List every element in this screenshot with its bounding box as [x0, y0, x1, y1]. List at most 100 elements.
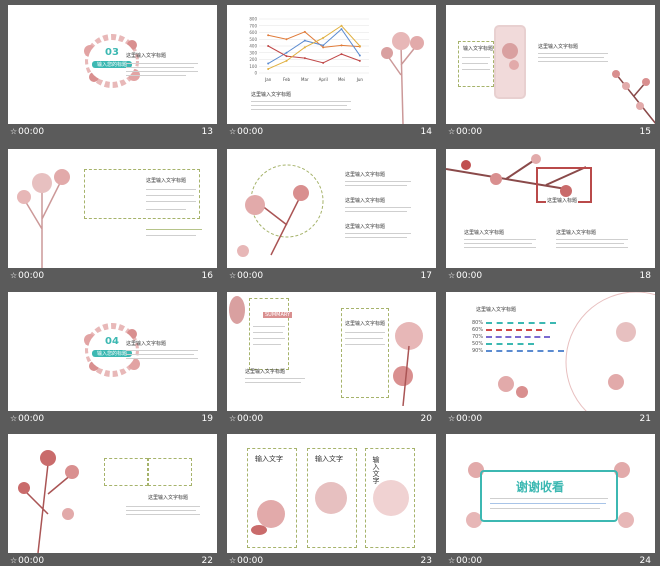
slide-number: 20 — [420, 414, 432, 424]
data-point — [322, 44, 325, 47]
data-point — [322, 46, 325, 49]
slide-17-heading-2: 这里输入文字标题 — [345, 198, 386, 204]
x-tick-label: Mei — [338, 77, 345, 82]
data-point — [303, 39, 306, 42]
slide-thumb-16[interactable]: 这里输入文字标题 ☆00:00 16 — [8, 149, 217, 284]
slide-thumb-24[interactable]: 谢谢收看 ☆00:00 24 — [446, 434, 655, 566]
x-tick-label: Jun — [356, 77, 364, 82]
slide-19-heading: 这里输入文字标题 — [126, 341, 167, 347]
slide-number: 14 — [420, 127, 432, 137]
slide-13-heading: 这里输入文字标题 — [126, 53, 167, 59]
slide-17-heading-3: 这里输入文字标题 — [345, 224, 386, 230]
slide-22-textbox-2 — [148, 458, 192, 486]
flower-arc-icon — [498, 292, 655, 411]
flower-illustration-icon — [18, 450, 79, 553]
series-line — [268, 31, 360, 48]
slide-16-canvas: 这里输入文字标题 — [8, 149, 217, 268]
slide-18-frame-title: 这里输入标题 — [546, 197, 579, 204]
y-tick-label: 200 — [249, 57, 257, 62]
slide-thumb-21[interactable]: 这里输入文字标题 80% 60% 70% 50% 90% ☆00:00 21 — [446, 292, 655, 427]
slide-18-heading-2: 这里输入文字标题 — [556, 230, 597, 236]
slide-14-canvas: 800 700 600 500 400 300 200 100 0 Jan Feb Mar April M… — [227, 5, 436, 124]
flower-illustration-icon — [381, 32, 424, 124]
slide-22-heading: 这里输入文字标题 — [148, 495, 189, 501]
slide-23-caption: ☆00:00 23 — [229, 556, 432, 566]
slide-number: 16 — [201, 271, 213, 281]
leaf-icon — [229, 296, 245, 324]
slide-16-caption: ☆00:00 16 — [10, 271, 213, 281]
series-line — [267, 25, 361, 70]
x-tick-label: Jan — [264, 77, 272, 82]
slide-20-box-label: SUMMARY — [263, 312, 293, 318]
data-point — [340, 53, 343, 56]
slide-13-canvas: 03 输入您的标题 这里输入文字标题 — [8, 5, 217, 124]
transition-star-icon: ☆ — [448, 414, 456, 423]
series-line — [267, 28, 361, 64]
y-tick-label: 400 — [249, 44, 257, 49]
y-tick-label: 500 — [249, 37, 257, 42]
slide-thumb-20[interactable]: SUMMARY 这里输入文字标题 这里输入文字标题 ☆00:00 20 — [227, 292, 436, 427]
data-point — [340, 44, 343, 47]
data-point — [285, 55, 288, 58]
transition-star-icon: ☆ — [448, 556, 456, 565]
slide-24-canvas: 谢谢收看 — [446, 434, 655, 553]
transition-star-icon: ☆ — [229, 414, 237, 423]
slide-18-caption: ☆00:00 18 — [448, 271, 651, 281]
transition-star-icon: ☆ — [448, 271, 456, 280]
transition-star-icon: ☆ — [229, 556, 237, 565]
data-point — [285, 51, 288, 54]
slide-22-caption: ☆00:00 22 — [10, 556, 213, 566]
slide-16-heading: 这里输入文字标题 — [146, 178, 187, 184]
y-tick-label: 700 — [249, 23, 257, 28]
slide-thumb-22[interactable]: 这里输入文字标题 ☆00:00 22 — [8, 434, 217, 566]
slide-17-caption: ☆00:00 17 — [229, 271, 432, 281]
slide-thumb-23[interactable]: 输入文字 输入文字 输入文字 ☆00:00 23 — [227, 434, 436, 566]
flower-circle-icon — [237, 164, 324, 257]
data-point — [358, 45, 361, 47]
slide-20-heading-1: 这里输入文字标题 — [245, 369, 286, 375]
data-point — [322, 61, 325, 64]
slide-17-canvas: 这里输入文字标题 这里输入文字标题 这里输入文字标题 — [227, 149, 436, 268]
slide-14-caption: ☆00:00 14 — [229, 127, 432, 137]
slide-15-heading: 这里输入文字标题 — [538, 44, 579, 50]
data-point — [267, 34, 270, 37]
slide-15-canvas: 输入文字标题 这里输入文字标题 — [446, 5, 655, 124]
data-point — [340, 28, 343, 31]
x-tick-label: Mar — [301, 77, 309, 82]
data-point — [285, 38, 288, 41]
data-point — [358, 59, 361, 62]
slide-15-caption: ☆00:00 15 — [448, 127, 651, 137]
slide-thumb-17[interactable]: 这里输入文字标题 这里输入文字标题 这里输入文字标题 ☆00:00 17 — [227, 149, 436, 284]
flower-illustration-icon — [17, 169, 70, 268]
y-tick-label: 100 — [249, 64, 257, 69]
transition-star-icon: ☆ — [10, 414, 18, 423]
slide-20-canvas: SUMMARY 这里输入文字标题 这里输入文字标题 — [227, 292, 436, 411]
slide-15-box-title: 输入文字标题 — [463, 46, 494, 52]
slide-number: 23 — [420, 556, 432, 566]
transition-star-icon: ☆ — [448, 127, 456, 136]
slide-24-caption: ☆00:00 24 — [448, 556, 651, 566]
flower-icon — [502, 43, 519, 70]
x-tick-label: April — [319, 77, 328, 82]
slide-thumb-13[interactable]: 03 输入您的标题 这里输入文字标题 ☆00:00 13 — [8, 5, 217, 140]
data-point — [358, 54, 361, 57]
data-point — [340, 24, 343, 27]
slide-14-heading: 这里输入文字标题 — [251, 92, 292, 98]
slide-20-textbox-left — [249, 298, 289, 370]
flower-illustration-icon — [393, 322, 423, 406]
slide-17-heading-1: 这里输入文字标题 — [345, 172, 386, 178]
slide-19-canvas: 04 输入您的标题 这里输入文字标题 — [8, 292, 217, 411]
slide-20-caption: ☆00:00 20 — [229, 414, 432, 424]
slide-thumb-19[interactable]: 04 输入您的标题 这里输入文字标题 ☆00:00 19 — [8, 292, 217, 427]
x-tick-label: Feb — [283, 77, 291, 82]
data-point — [303, 46, 306, 49]
slide-thumb-15[interactable]: 输入文字标题 这里输入文字标题 ☆00:00 15 — [446, 5, 655, 140]
slide-23-canvas: 输入文字 输入文字 输入文字 — [227, 434, 436, 553]
slide-18-canvas: 这里输入标题 这里输入文字标题 这里输入文字标题 — [446, 149, 655, 268]
slide-thumb-18[interactable]: 这里输入标题 这里输入文字标题 这里输入文字标题 ☆00:00 18 — [446, 149, 655, 284]
slide-number: 17 — [420, 271, 432, 281]
slide-thumb-14[interactable]: 800 700 600 500 400 300 200 100 0 Jan Feb Mar April M… — [227, 5, 436, 140]
blossom-branch-icon — [612, 70, 655, 124]
transition-star-icon: ☆ — [10, 127, 18, 136]
line-chart: 8007006005004003002001000Jan Feb Mar April M… — [249, 17, 369, 82]
